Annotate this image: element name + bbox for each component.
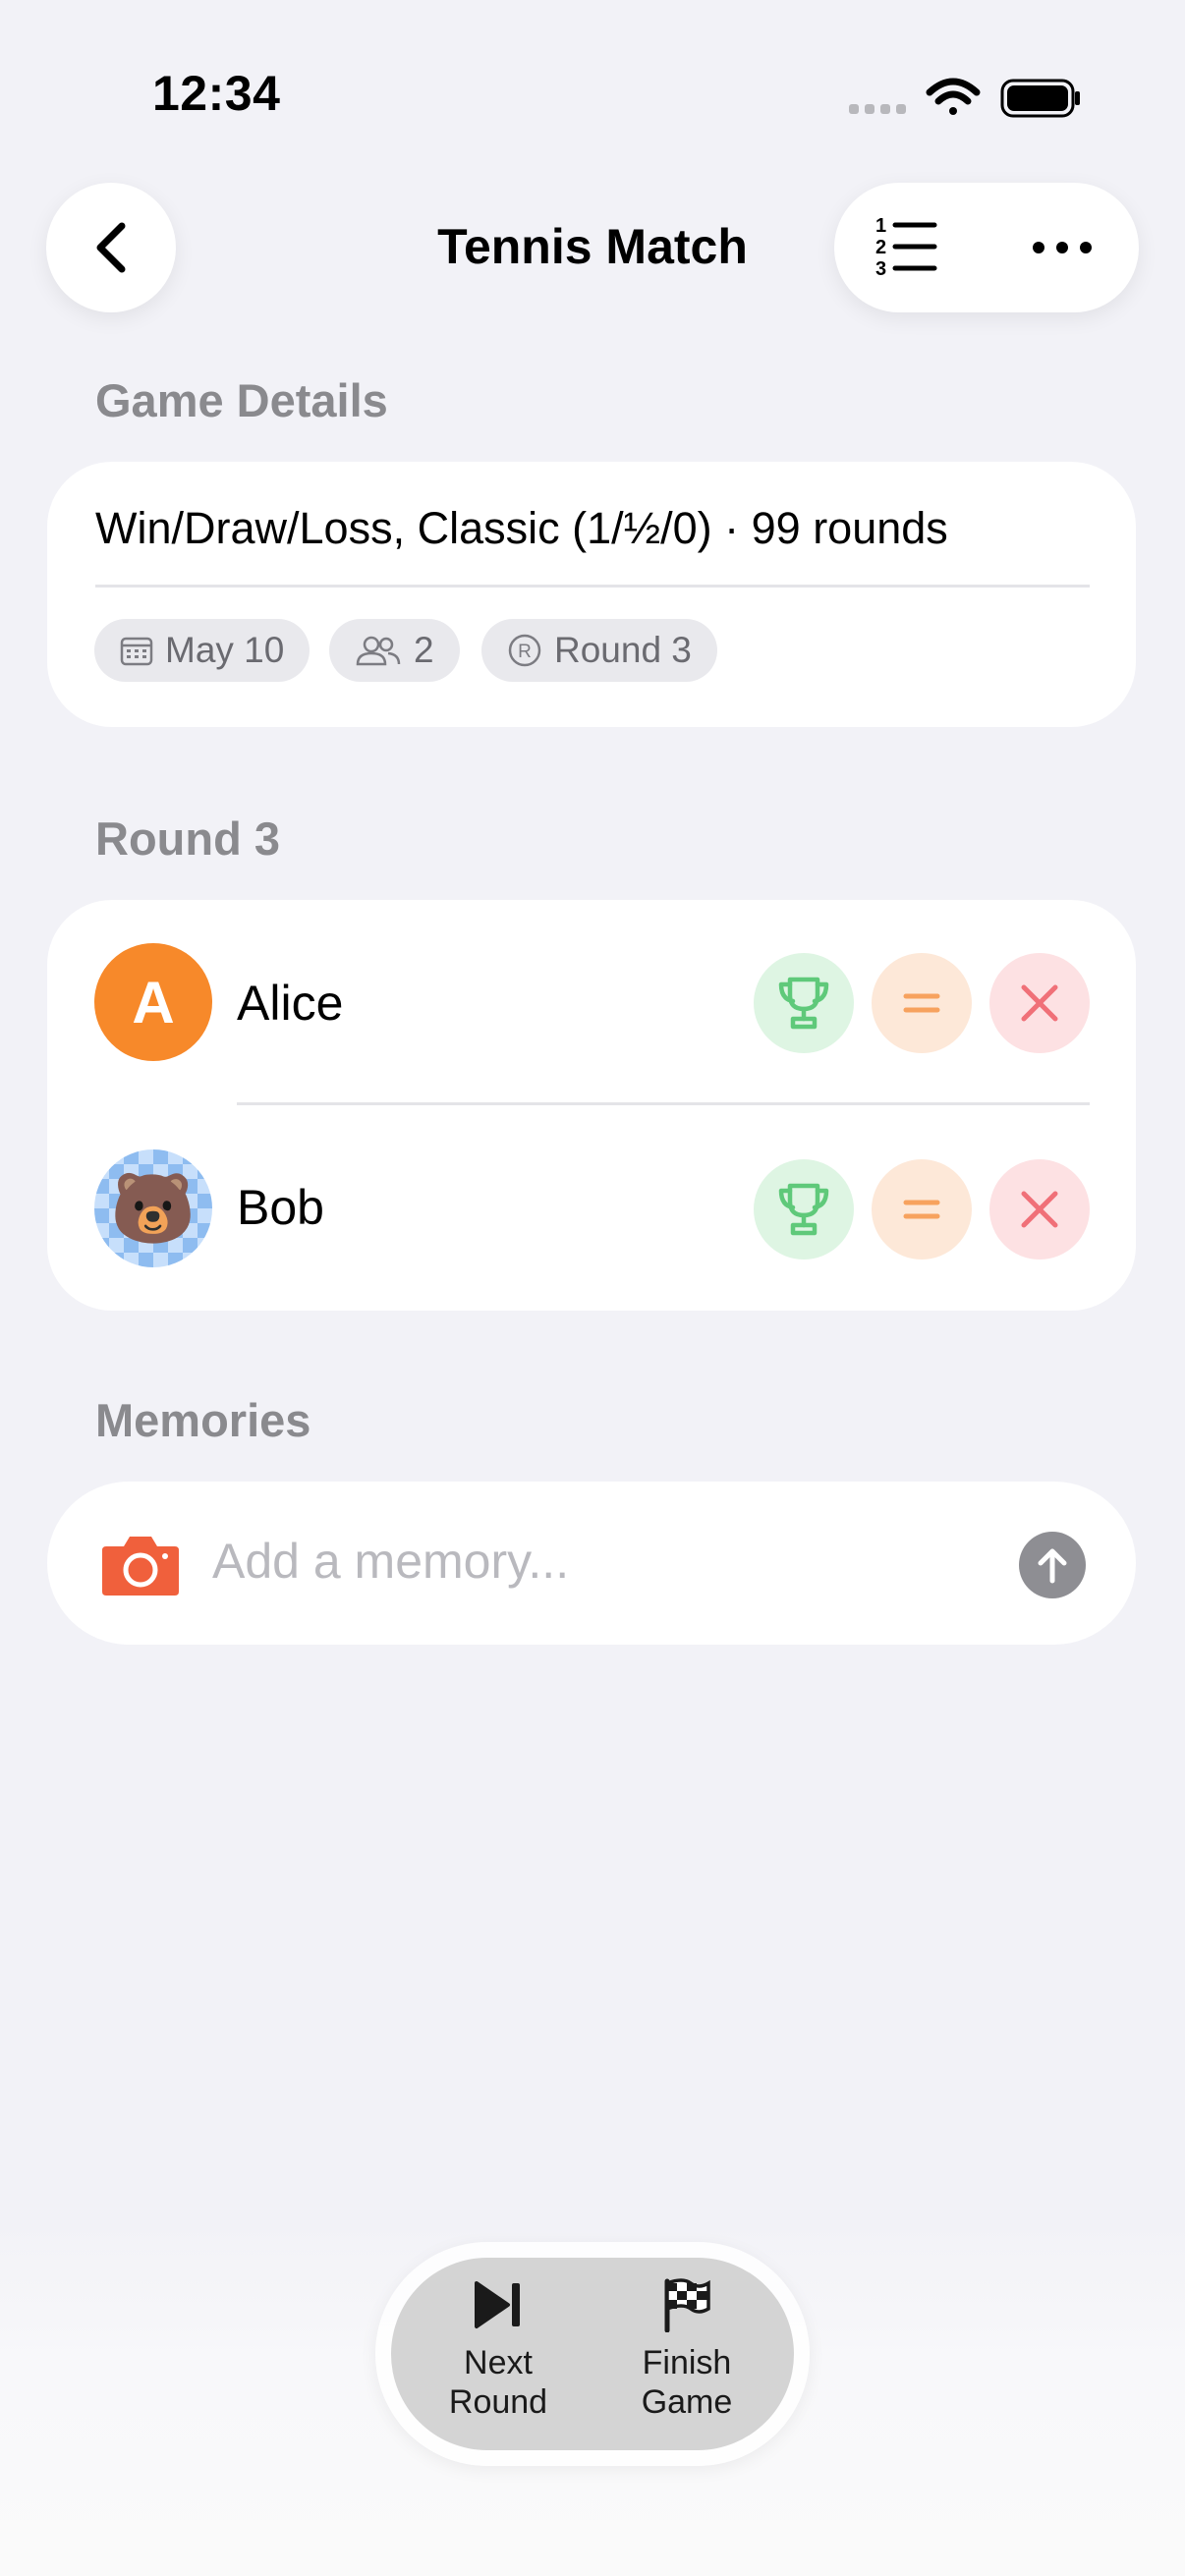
svg-text:3: 3: [875, 258, 886, 280]
ellipsis-icon: [1033, 242, 1092, 253]
draw-button-alice[interactable]: [872, 953, 972, 1053]
ranking-list-button[interactable]: 1 2 3: [870, 212, 948, 283]
round-chip: R Round 3: [481, 619, 717, 682]
next-round-label: Next Round: [448, 2344, 548, 2421]
svg-text:2: 2: [875, 237, 886, 258]
memories-heading: Memories: [95, 1394, 311, 1446]
game-summary: Win/Draw/Loss, Classic (1/½/0) · 99 roun…: [95, 503, 948, 553]
x-mark-icon: [1021, 984, 1058, 1022]
status-time: 12:34: [152, 66, 281, 121]
loss-button-alice[interactable]: [989, 953, 1090, 1053]
arrow-up-icon: [1038, 1548, 1067, 1584]
round-r-icon: R: [508, 634, 541, 667]
game-details-heading: Game Details: [95, 374, 388, 426]
wifi-icon: [926, 78, 981, 115]
checkered-flag-icon: [664, 2278, 710, 2333]
player-name-bob: Bob: [237, 1180, 324, 1235]
bear-emoji-icon: 🐻: [110, 1170, 197, 1247]
memory-card: [47, 1482, 1136, 1645]
avatar-initial: A: [132, 969, 175, 1036]
camera-button[interactable]: [100, 1533, 181, 1597]
send-button[interactable]: [1019, 1532, 1086, 1598]
round-heading: Round 3: [95, 812, 280, 865]
divider: [95, 585, 1090, 588]
win-button-alice[interactable]: [754, 953, 854, 1053]
equals-icon: [903, 993, 940, 1013]
equals-icon: [903, 1200, 940, 1219]
more-options-button[interactable]: [1027, 222, 1105, 273]
players-count: 2: [414, 630, 434, 670]
game-details-card: [47, 462, 1136, 727]
trophy-icon: [778, 1183, 829, 1236]
player-name-alice: Alice: [237, 976, 344, 1031]
camera-icon: [102, 1537, 179, 1596]
back-button[interactable]: [46, 183, 176, 312]
loss-button-bob[interactable]: [989, 1159, 1090, 1260]
next-round-button[interactable]: Next Round: [415, 2277, 582, 2422]
draw-button-bob[interactable]: [872, 1159, 972, 1260]
calendar-icon: [120, 637, 153, 666]
numbered-list-icon: 1 2 3: [875, 215, 937, 280]
svg-text:1: 1: [875, 215, 886, 237]
players-chip: 2: [329, 619, 460, 682]
nav-actions-group: 1 2 3: [834, 183, 1139, 312]
svg-text:R: R: [518, 642, 532, 662]
divider: [237, 1102, 1090, 1105]
win-button-bob[interactable]: [754, 1159, 854, 1260]
cellular-signal-icon: [849, 104, 906, 114]
page-title: Tennis Match: [437, 219, 748, 274]
x-mark-icon: [1021, 1191, 1058, 1228]
people-icon: [356, 636, 401, 666]
avatar-bob: 🐻: [94, 1149, 212, 1267]
memory-input[interactable]: Add a memory...: [212, 1533, 569, 1590]
avatar-alice: A: [94, 943, 212, 1061]
date-label: May 10: [165, 630, 285, 670]
battery-icon: [1000, 79, 1080, 118]
date-chip: May 10: [94, 619, 310, 682]
chevron-left-icon: [96, 222, 126, 273]
forward-end-icon: [475, 2281, 520, 2328]
status-icons: [849, 78, 1080, 118]
trophy-icon: [778, 977, 829, 1030]
round-label: Round 3: [554, 630, 692, 670]
finish-game-label: Finish Game: [641, 2344, 733, 2421]
finish-game-button[interactable]: Finish Game: [603, 2277, 770, 2422]
